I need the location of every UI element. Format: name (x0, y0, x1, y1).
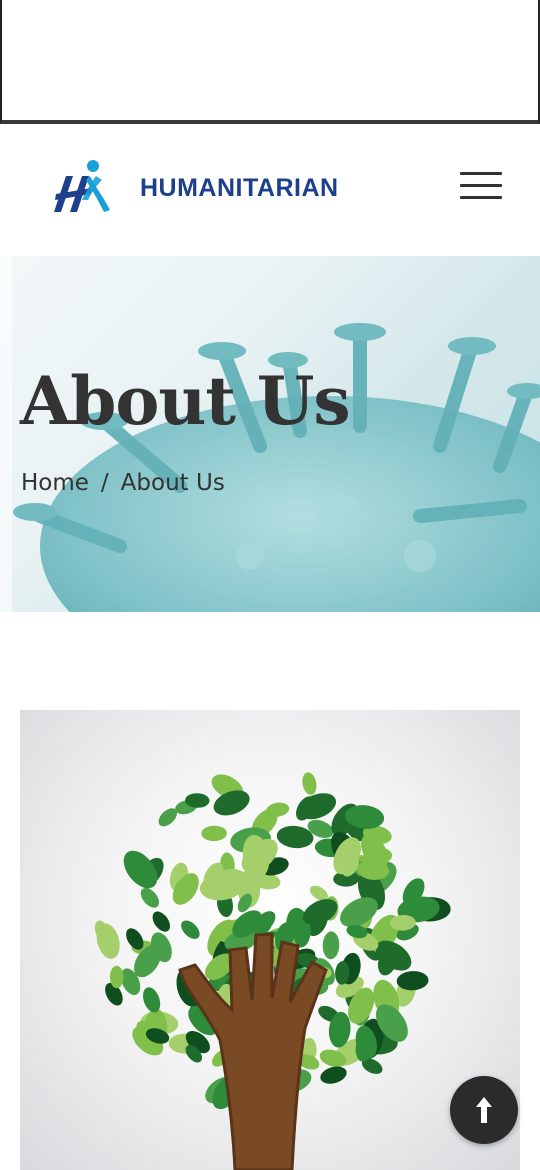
hamburger-menu-button[interactable] (460, 172, 502, 202)
hand-leaf-shape (322, 931, 340, 960)
site-logo[interactable]: HUMANITARIAN (52, 158, 339, 218)
hamburger-menu-icon-line (460, 172, 502, 175)
hand-leaf-shape (152, 911, 171, 932)
top-empty-frame (0, 0, 540, 124)
hand-leaf-shape (181, 920, 200, 939)
arrow-up-icon (476, 1097, 492, 1123)
scroll-to-top-button[interactable] (450, 1076, 518, 1144)
hamburger-menu-icon-line (460, 196, 502, 199)
brand-name: HUMANITARIAN (140, 173, 339, 202)
hand-leaf-shape (302, 772, 317, 795)
hands-tree-image (20, 710, 520, 1170)
humanitarian-logo-icon (54, 160, 110, 212)
site-header: HUMANITARIAN (0, 124, 540, 256)
breadcrumb: Home / About Us (21, 470, 225, 496)
hamburger-menu-icon-line (460, 184, 502, 187)
hands-tree-illustration (94, 772, 451, 1170)
hand-leaf-shape (320, 1066, 347, 1084)
breadcrumb-current: About Us (120, 470, 225, 496)
breadcrumb-separator: / (100, 470, 109, 496)
hand-leaf-shape (201, 825, 227, 842)
breadcrumb-home-link[interactable]: Home (21, 470, 89, 496)
hand-leaf-shape (140, 887, 159, 908)
page-title: About Us (20, 362, 351, 440)
